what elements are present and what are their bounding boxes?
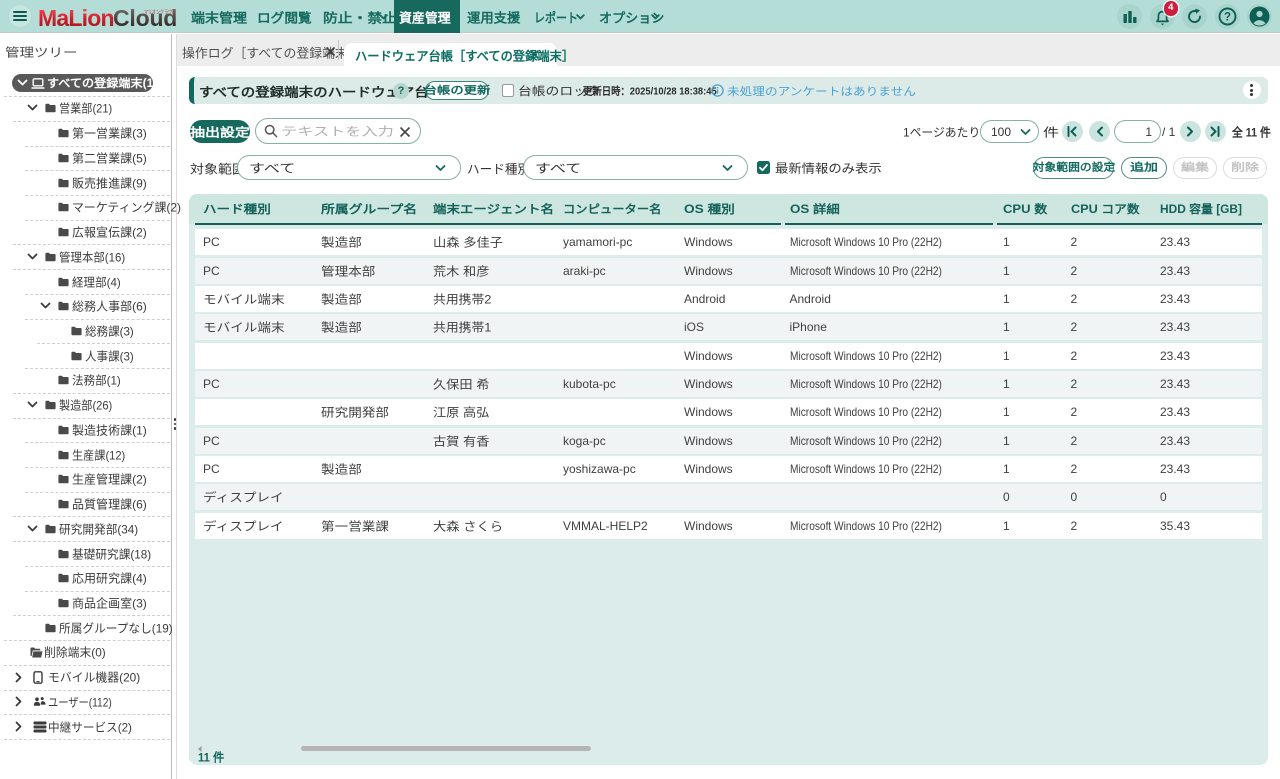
svg-text:?: ? — [1223, 12, 1230, 24]
